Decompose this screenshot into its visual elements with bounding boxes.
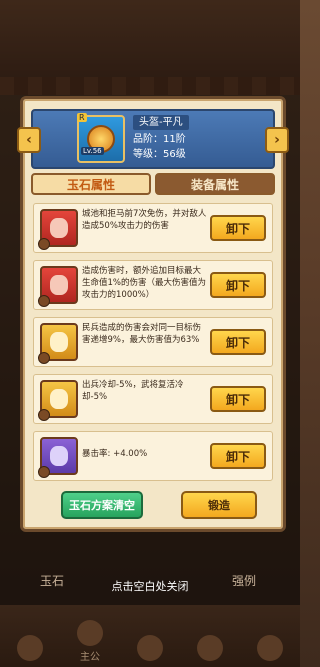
- equipment-name: 头盔-平凡: [133, 115, 189, 130]
- gem-row: 出兵冷却-5%，武将复活冷却-5% 卸下: [33, 374, 273, 424]
- gem-row: 城池和拒马前7次免伤，并对敌人造成50%攻击力的伤害 卸下: [33, 203, 273, 253]
- nav-icon: [257, 635, 283, 661]
- lord-icon: [77, 620, 103, 646]
- tab-gem-attributes[interactable]: 玉石属性: [31, 173, 151, 195]
- nav-icon: [17, 635, 43, 661]
- gem-row: 民兵造成的伤害会对同一目标伤害递增9%，最大伤害值为63% 卸下: [33, 317, 273, 367]
- gem-effect-text: 城池和拒马前7次免伤，并对敌人造成50%攻击力的伤害: [82, 209, 207, 231]
- rarity-tag: R: [77, 113, 87, 122]
- nav-icon: [197, 635, 223, 661]
- equipment-header: ‹ R Lv.56 头盔-平凡 品阶：11阶 等级：56级 ›: [17, 109, 289, 169]
- nav-item[interactable]: [180, 605, 240, 667]
- forge-button[interactable]: 锻造: [181, 491, 257, 519]
- gem-list: 城池和拒马前7次免伤，并对敌人造成50%攻击力的伤害 卸下 造成伤害时，额外追加…: [33, 203, 273, 488]
- bottom-nav: 主公: [0, 605, 300, 667]
- gem-panel: ‹ R Lv.56 头盔-平凡 品阶：11阶 等级：56级 › 玉石属性 装备属…: [17, 96, 289, 532]
- close-hint[interactable]: 点击空白处关闭: [0, 578, 300, 594]
- gem-effect-text: 出兵冷却-5%，武将复活冷却-5%: [82, 380, 184, 402]
- nav-item[interactable]: [120, 605, 180, 667]
- equipment-level: 等级：56级: [133, 149, 186, 160]
- lock-icon: [38, 352, 50, 364]
- lock-icon: [38, 295, 50, 307]
- gem-effect-text: 造成伤害时，额外追加目标最大生命值1%的伤害（最大伤害值为攻击力的1000%）: [82, 266, 206, 300]
- nav-icon: [137, 635, 163, 661]
- next-arrow-button[interactable]: ›: [265, 127, 289, 153]
- equipment-icon: [77, 115, 125, 163]
- prev-arrow-button[interactable]: ‹: [17, 127, 41, 153]
- nav-item[interactable]: [0, 605, 60, 667]
- unequip-button[interactable]: 卸下: [210, 329, 266, 355]
- unequip-button[interactable]: 卸下: [210, 272, 266, 298]
- tab-equipment-attributes[interactable]: 装备属性: [155, 173, 275, 195]
- gem-row: 造成伤害时，额外追加目标最大生命值1%的伤害（最大伤害值为攻击力的1000%） …: [33, 260, 273, 310]
- gem-effect-text: 民兵造成的伤害会对同一目标伤害递增9%，最大伤害值为63%: [82, 323, 202, 345]
- equipment-grade: 品阶：11阶: [133, 134, 186, 145]
- equipment-info: 头盔-平凡 品阶：11阶 等级：56级: [133, 115, 245, 162]
- lock-icon: [38, 409, 50, 421]
- nav-item[interactable]: [240, 605, 300, 667]
- gem-effect-text: 暴击率: +4.00%: [82, 449, 148, 459]
- level-badge: Lv.56: [81, 147, 104, 155]
- panel-actions: 玉石方案清空 锻造: [33, 491, 273, 519]
- unequip-button[interactable]: 卸下: [210, 386, 266, 412]
- lock-icon: [38, 238, 50, 250]
- clear-gem-plan-button[interactable]: 玉石方案清空: [61, 491, 143, 519]
- gem-row: 暴击率: +4.00% 卸下: [33, 431, 273, 481]
- attribute-tabs: 玉石属性 装备属性: [31, 173, 275, 195]
- nav-item-lord[interactable]: 主公: [60, 605, 120, 667]
- unequip-button[interactable]: 卸下: [210, 215, 266, 241]
- unequip-button[interactable]: 卸下: [210, 443, 266, 469]
- lock-icon: [38, 466, 50, 478]
